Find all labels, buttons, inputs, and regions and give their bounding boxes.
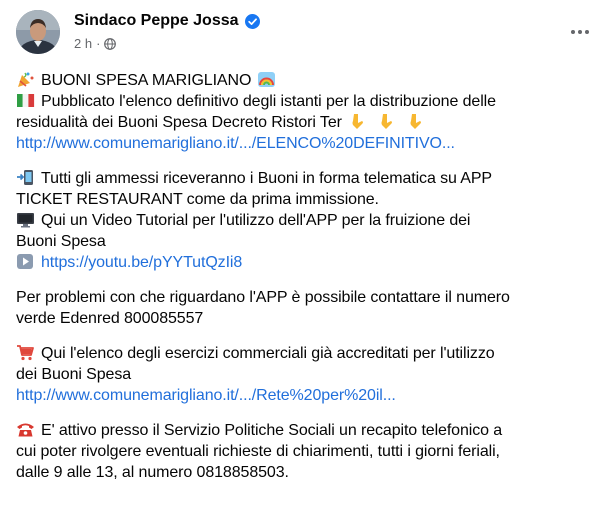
desktop-computer-icon bbox=[16, 211, 35, 228]
announcement-line-1: Pubblicato l'elenco definitivo degli ist… bbox=[41, 93, 496, 110]
post-body: BUONI SPESA MARIGLIANO Pubblicato l'elen… bbox=[16, 70, 608, 497]
paragraph-support: Per problemi con che riguardano l'APP è … bbox=[16, 287, 608, 329]
paragraph-announcement: BUONI SPESA MARIGLIANO Pubblicato l'elen… bbox=[16, 70, 608, 154]
pointing-down-icon bbox=[406, 113, 425, 130]
video-tutorial-line-2: Buoni Spesa bbox=[16, 233, 106, 250]
support-line-2: verde Edenred 800085557 bbox=[16, 310, 204, 327]
more-options-button[interactable] bbox=[562, 20, 598, 44]
phone-service-line-2: cui poter rivolgere eventuali richieste … bbox=[16, 443, 500, 460]
paragraph-app-info: Tutti gli ammessi riceveranno i Buoni in… bbox=[16, 168, 608, 273]
author-name[interactable]: Sindaco Peppe Jossa bbox=[74, 12, 239, 30]
announcement-line-2: residualità dei Buoni Spesa Decreto Rist… bbox=[16, 114, 342, 131]
pointing-down-icon bbox=[377, 113, 396, 130]
party-popper-icon bbox=[16, 71, 35, 88]
post-timestamp[interactable]: 2 h bbox=[74, 36, 92, 51]
rainbow-icon bbox=[257, 71, 276, 88]
support-line-1: Per problemi con che riguardano l'APP è … bbox=[16, 289, 510, 306]
video-tutorial-line-1: Qui un Video Tutorial per l'utilizzo del… bbox=[41, 212, 471, 229]
phone-service-line-3: dalle 9 alle 13, al numero 0818858503. bbox=[16, 464, 289, 481]
facebook-post: Sindaco Peppe Jossa 2 h · BUONI SPESA MA… bbox=[0, 0, 616, 527]
paragraph-merchants: Qui l'elenco degli esercizi commerciali … bbox=[16, 343, 608, 406]
author-avatar[interactable] bbox=[16, 10, 60, 54]
telephone-icon bbox=[16, 421, 35, 438]
author-line: Sindaco Peppe Jossa bbox=[74, 12, 260, 30]
merchants-line-2: dei Buoni Spesa bbox=[16, 366, 132, 383]
link-youtube-tutorial[interactable]: https://youtu.be/pYYTutQzIi8 bbox=[41, 254, 242, 271]
phone-service-line-1: E' attivo presso il Servizio Politiche S… bbox=[41, 422, 503, 439]
play-button-icon bbox=[16, 253, 35, 270]
italy-flag-icon bbox=[16, 92, 35, 109]
link-elenco-definitivo[interactable]: http://www.comunemarigliano.it/.../ELENC… bbox=[16, 133, 608, 154]
paragraph-phone-service: E' attivo presso il Servizio Politiche S… bbox=[16, 420, 608, 483]
pointing-down-icon bbox=[348, 113, 367, 130]
merchants-line-1: Qui l'elenco degli esercizi commerciali … bbox=[41, 345, 495, 362]
post-header: Sindaco Peppe Jossa 2 h · bbox=[16, 10, 600, 56]
app-info-line-2: TICKET RESTAURANT come da prima immissio… bbox=[16, 191, 379, 208]
app-info-line-1: Tutti gli ammessi riceveranno i Buoni in… bbox=[41, 170, 492, 187]
shopping-cart-icon bbox=[16, 344, 35, 361]
mobile-phone-arrow-icon bbox=[16, 169, 35, 186]
link-rete-esercizi[interactable]: http://www.comunemarigliano.it/.../Rete%… bbox=[16, 385, 608, 406]
globe-icon[interactable] bbox=[104, 37, 117, 50]
meta-separator: · bbox=[96, 36, 101, 51]
more-options-icon bbox=[571, 30, 575, 34]
post-meta: 2 h · bbox=[74, 36, 117, 51]
verified-badge-icon bbox=[244, 13, 260, 29]
headline-text: BUONI SPESA MARIGLIANO bbox=[41, 72, 252, 89]
